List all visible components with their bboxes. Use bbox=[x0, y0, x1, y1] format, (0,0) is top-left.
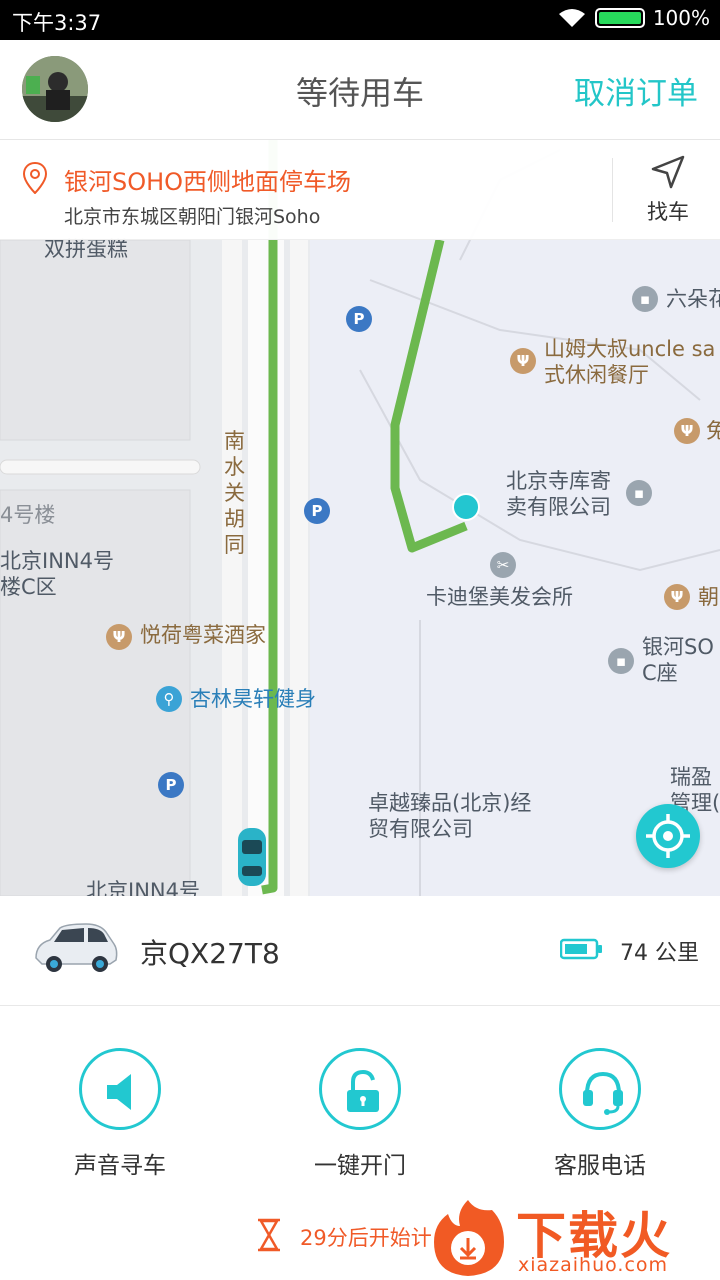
map-label: 楼C区 bbox=[0, 575, 57, 599]
map-label: 卓越臻品(北京)经 bbox=[368, 791, 532, 815]
action-label: 客服电话 bbox=[554, 1153, 646, 1179]
find-car-button[interactable]: 找车 bbox=[628, 154, 708, 228]
location-name: 银河SOHO西侧地面停车场 bbox=[64, 168, 352, 196]
map-label: 朝 bbox=[698, 585, 719, 609]
remaining-range: 74 公里 bbox=[620, 941, 699, 966]
street-label: 南 bbox=[224, 429, 245, 453]
restaurant-icon: Ψ bbox=[510, 348, 536, 374]
map-label: 悦荷粤菜酒家 bbox=[140, 623, 266, 647]
status-bar: 下午3:37 100% bbox=[0, 0, 720, 40]
car-info-bar: 京QX27T8 74 公里 bbox=[0, 896, 720, 1006]
restaurant-icon: Ψ bbox=[674, 418, 700, 444]
map-label: 瑞盈 bbox=[670, 765, 712, 789]
parking-icon: P bbox=[304, 498, 330, 524]
map-label: 杏林昊轩健身 bbox=[190, 687, 316, 711]
map-label: 银河SO bbox=[642, 635, 714, 659]
battery-level-icon bbox=[560, 938, 602, 960]
gym-icon: ⚲ bbox=[156, 686, 182, 712]
map-label: 贸有限公司 bbox=[368, 817, 473, 841]
wifi-icon bbox=[558, 9, 585, 27]
building-icon: ▪ bbox=[626, 480, 652, 506]
cancel-order-button[interactable]: 取消订单 bbox=[574, 68, 698, 113]
action-label: 一键开门 bbox=[314, 1153, 406, 1179]
battery-icon bbox=[594, 8, 645, 28]
unlock-door-button[interactable]: 一键开门 bbox=[280, 1048, 440, 1180]
map-label: 山姆大叔uncle sa bbox=[544, 337, 716, 361]
map-label: 免 bbox=[706, 419, 720, 443]
restaurant-icon: Ψ bbox=[106, 624, 132, 650]
parking-icon: P bbox=[346, 306, 372, 332]
street-label: 同 bbox=[224, 533, 245, 557]
footer: 29分后开始计 下载火 xiazaihuo.com bbox=[0, 1196, 720, 1280]
customer-service-button[interactable]: 客服电话 bbox=[520, 1048, 680, 1180]
find-car-label: 找车 bbox=[647, 200, 689, 224]
map-label: 4号楼 bbox=[0, 503, 56, 527]
header: 等待用车 取消订单 bbox=[0, 40, 720, 140]
street-label: 胡 bbox=[224, 507, 245, 531]
hourglass-icon bbox=[258, 1218, 280, 1252]
action-label: 声音寻车 bbox=[74, 1153, 166, 1179]
status-indicators: 100% bbox=[557, 6, 710, 30]
horn-find-car-button[interactable]: 声音寻车 bbox=[40, 1048, 200, 1180]
map-label: 北京INN4号 bbox=[86, 879, 200, 896]
map-view[interactable]: 双拼蛋糕 ▪ 六朵花 P Ψ 山姆大叔uncle sa 式休闲餐厅 Ψ 免 南 … bbox=[0, 140, 720, 896]
map-label: 六朵花 bbox=[666, 287, 720, 311]
location-pin-icon bbox=[22, 162, 48, 194]
speaker-icon bbox=[107, 1074, 131, 1110]
unlock-icon bbox=[347, 1069, 379, 1112]
map-label: C座 bbox=[642, 661, 678, 685]
action-bar: 声音寻车 一键开门 客服电话 bbox=[0, 1006, 720, 1196]
map-label: 卡迪堡美发会所 bbox=[426, 585, 573, 609]
locate-me-button[interactable] bbox=[636, 804, 700, 868]
parking-icon: P bbox=[158, 772, 184, 798]
building-icon: ▪ bbox=[608, 648, 634, 674]
divider bbox=[612, 158, 613, 222]
building-icon: ▪ bbox=[632, 286, 658, 312]
car-image bbox=[35, 923, 118, 972]
street-label: 关 bbox=[224, 481, 245, 505]
crosshair-icon bbox=[646, 814, 690, 858]
map-label: 北京INN4号 bbox=[0, 549, 114, 573]
location-address: 北京市东城区朝阳门银河Soho bbox=[64, 206, 321, 228]
flame-logo-icon bbox=[434, 1200, 504, 1276]
watermark-subtitle: xiazaihuo.com bbox=[518, 1254, 669, 1276]
car-marker-icon bbox=[238, 828, 266, 886]
map-label: 北京寺库寄 bbox=[506, 469, 611, 493]
location-card[interactable]: 银河SOHO西侧地面停车场 北京市东城区朝阳门银河Soho 找车 bbox=[0, 140, 720, 240]
license-plate: 京QX27T8 bbox=[140, 937, 280, 970]
street-label: 水 bbox=[224, 455, 245, 479]
navigation-arrow-icon bbox=[651, 155, 685, 189]
salon-icon: ✂ bbox=[490, 552, 516, 578]
headset-icon bbox=[583, 1071, 623, 1115]
countdown-text: 29分后开始计 bbox=[300, 1226, 432, 1250]
map-label: 卖有限公司 bbox=[506, 495, 611, 519]
watermark-logo: 下载火 xiazaihuo.com bbox=[426, 1196, 720, 1280]
restaurant-icon: Ψ bbox=[664, 584, 690, 610]
battery-percent: 100% bbox=[652, 6, 710, 30]
status-time: 下午3:37 bbox=[12, 11, 102, 35]
map-label: 式休闲餐厅 bbox=[544, 363, 649, 387]
